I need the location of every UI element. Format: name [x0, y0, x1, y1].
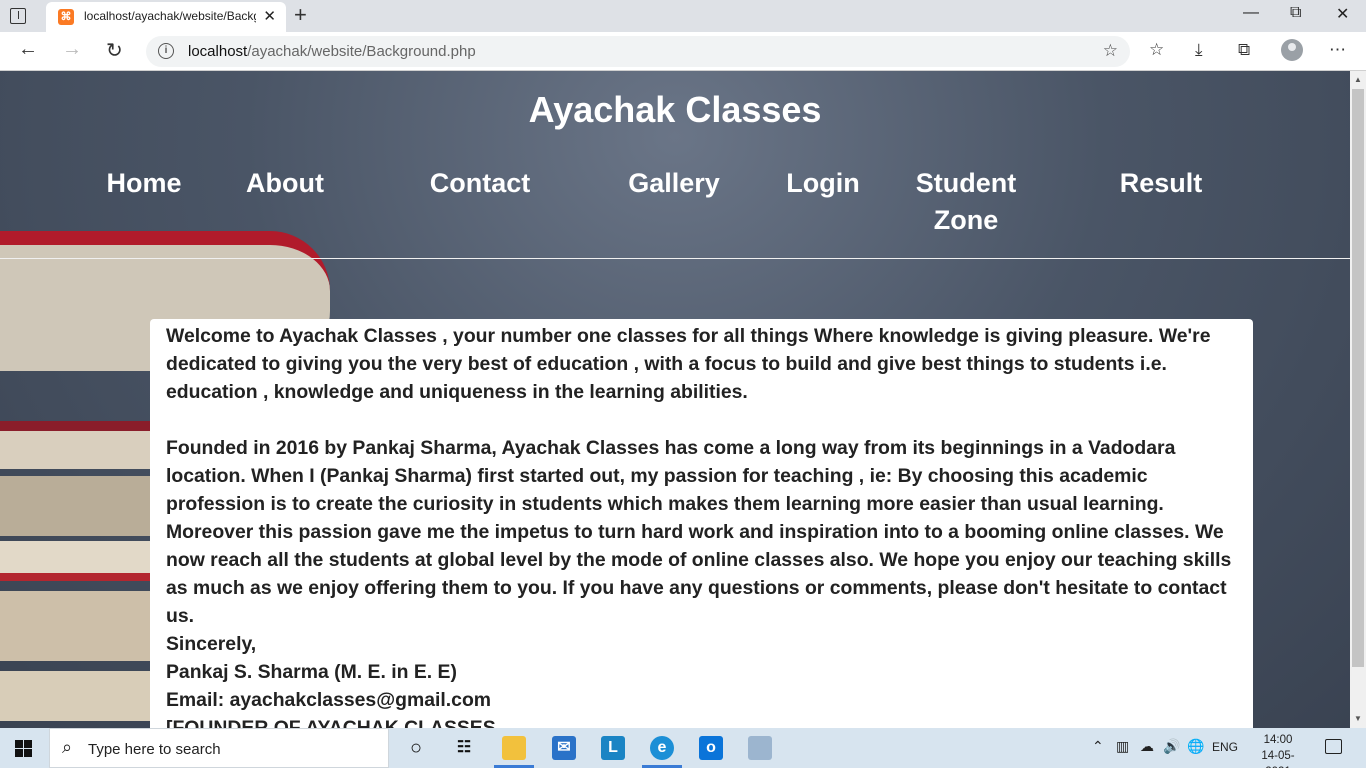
device-icon[interactable]: ▥ — [1116, 738, 1129, 755]
tab-close-icon[interactable]: ✕ — [263, 7, 276, 25]
intro-paragraph: Welcome to Ayachak Classes , your number… — [166, 325, 1211, 403]
page-viewport: Ayachak Classes Home About Contact Galle… — [0, 71, 1350, 728]
site-header: Ayachak Classes Home About Contact Galle… — [0, 71, 1350, 259]
show-hidden-icons-icon[interactable]: ⌃ — [1092, 738, 1104, 755]
edge-browser-icon[interactable]: e — [650, 736, 674, 760]
nav-result[interactable]: Result — [1112, 165, 1210, 202]
collections-icon[interactable]: ⧉ — [1238, 40, 1250, 60]
downloads-icon[interactable]: ⤓ — [1195, 40, 1203, 60]
network-globe-icon[interactable]: 🌐 — [1187, 738, 1204, 755]
page-scrollbar[interactable]: ▲ ▼ — [1350, 71, 1366, 728]
nav-gallery[interactable]: Gallery — [620, 165, 728, 202]
founder-line: [FOUNDER OF AYACHAK CLASSES — [166, 717, 496, 728]
signature-line: Pankaj S. Sharma (M. E. in E. E) — [166, 661, 457, 683]
back-icon[interactable]: ← — [18, 38, 38, 61]
site-title: Ayachak Classes — [528, 89, 822, 130]
profile-avatar[interactable] — [1281, 39, 1303, 61]
mail-icon[interactable]: ✉ — [552, 736, 576, 760]
app-l-icon[interactable]: L — [601, 736, 625, 760]
notifications-icon[interactable] — [1325, 739, 1342, 754]
restore-icon[interactable]: ⧉ — [1290, 4, 1301, 22]
add-favorite-icon[interactable]: ☆ — [1103, 41, 1118, 61]
minimize-icon[interactable]: — — [1243, 4, 1259, 22]
header-divider — [0, 258, 1350, 259]
taskbar-search[interactable]: ⌕ Type here to search — [49, 728, 389, 768]
windows-taskbar: ⌕ Type here to search ○ ☷ ✉ L e o ⌃ ▥ ☁ … — [0, 728, 1366, 768]
tab-title: localhost/ayachak/website/Backg — [84, 9, 256, 23]
about-content-box: Welcome to Ayachak Classes , your number… — [150, 319, 1253, 728]
system-clock[interactable]: 14:00 14-05-2021 — [1250, 732, 1306, 768]
search-placeholder: Type here to search — [88, 741, 221, 758]
language-indicator[interactable]: ENG — [1212, 740, 1238, 754]
nav-login[interactable]: Login — [782, 165, 864, 202]
xampp-favicon-icon: ⌘ — [58, 9, 74, 25]
notepad-icon[interactable] — [748, 736, 772, 760]
windows-start-icon[interactable] — [15, 740, 32, 757]
favorites-icon[interactable]: ☆ — [1149, 40, 1164, 60]
volume-icon[interactable]: 🔊 — [1163, 738, 1180, 755]
site-info-icon[interactable]: i — [158, 43, 174, 59]
more-options-icon[interactable]: ⋯ — [1329, 40, 1346, 60]
browser-toolbar: ← → ↻ i localhost/ayachak/website/Backgr… — [0, 32, 1366, 71]
email-line: Email: ayachakclasses@gmail.com — [166, 689, 492, 711]
nav-home[interactable]: Home — [104, 165, 184, 202]
scroll-up-icon[interactable]: ▲ — [1354, 75, 1362, 84]
cortana-icon[interactable]: ○ — [404, 736, 428, 760]
clock-time: 14:00 — [1263, 734, 1293, 746]
tab-actions-icon[interactable] — [10, 8, 26, 24]
url-text[interactable]: localhost/ayachak/website/Background.php — [188, 43, 476, 60]
about-text: Welcome to Ayachak Classes , your number… — [166, 322, 1251, 728]
clock-date: 14-05-2021 — [1261, 750, 1295, 768]
scroll-down-icon[interactable]: ▼ — [1354, 714, 1362, 723]
new-tab-icon[interactable]: + — [294, 2, 307, 28]
file-explorer-icon[interactable] — [502, 736, 526, 760]
outlook-icon[interactable]: o — [699, 736, 723, 760]
forward-icon[interactable]: → — [62, 38, 82, 61]
nav-about[interactable]: About — [240, 165, 330, 202]
onedrive-icon[interactable]: ☁ — [1140, 738, 1154, 755]
scroll-thumb[interactable] — [1352, 89, 1364, 667]
search-icon: ⌕ — [62, 737, 73, 757]
tab-strip: ⌘ localhost/ayachak/website/Backg ✕ + — … — [0, 0, 1366, 32]
close-window-icon[interactable]: ✕ — [1336, 4, 1349, 24]
task-view-icon[interactable]: ☷ — [452, 736, 476, 760]
nav-contact[interactable]: Contact — [420, 165, 540, 202]
browser-tab[interactable]: ⌘ localhost/ayachak/website/Backg ✕ — [46, 2, 286, 32]
refresh-icon[interactable]: ↻ — [106, 38, 123, 63]
history-paragraph: Founded in 2016 by Pankaj Sharma, Ayacha… — [166, 437, 1232, 627]
closing-line: Sincerely, — [166, 633, 257, 655]
address-bar[interactable]: i localhost/ayachak/website/Background.p… — [146, 36, 1130, 67]
nav-student-zone[interactable]: Student Zone — [906, 165, 1026, 239]
